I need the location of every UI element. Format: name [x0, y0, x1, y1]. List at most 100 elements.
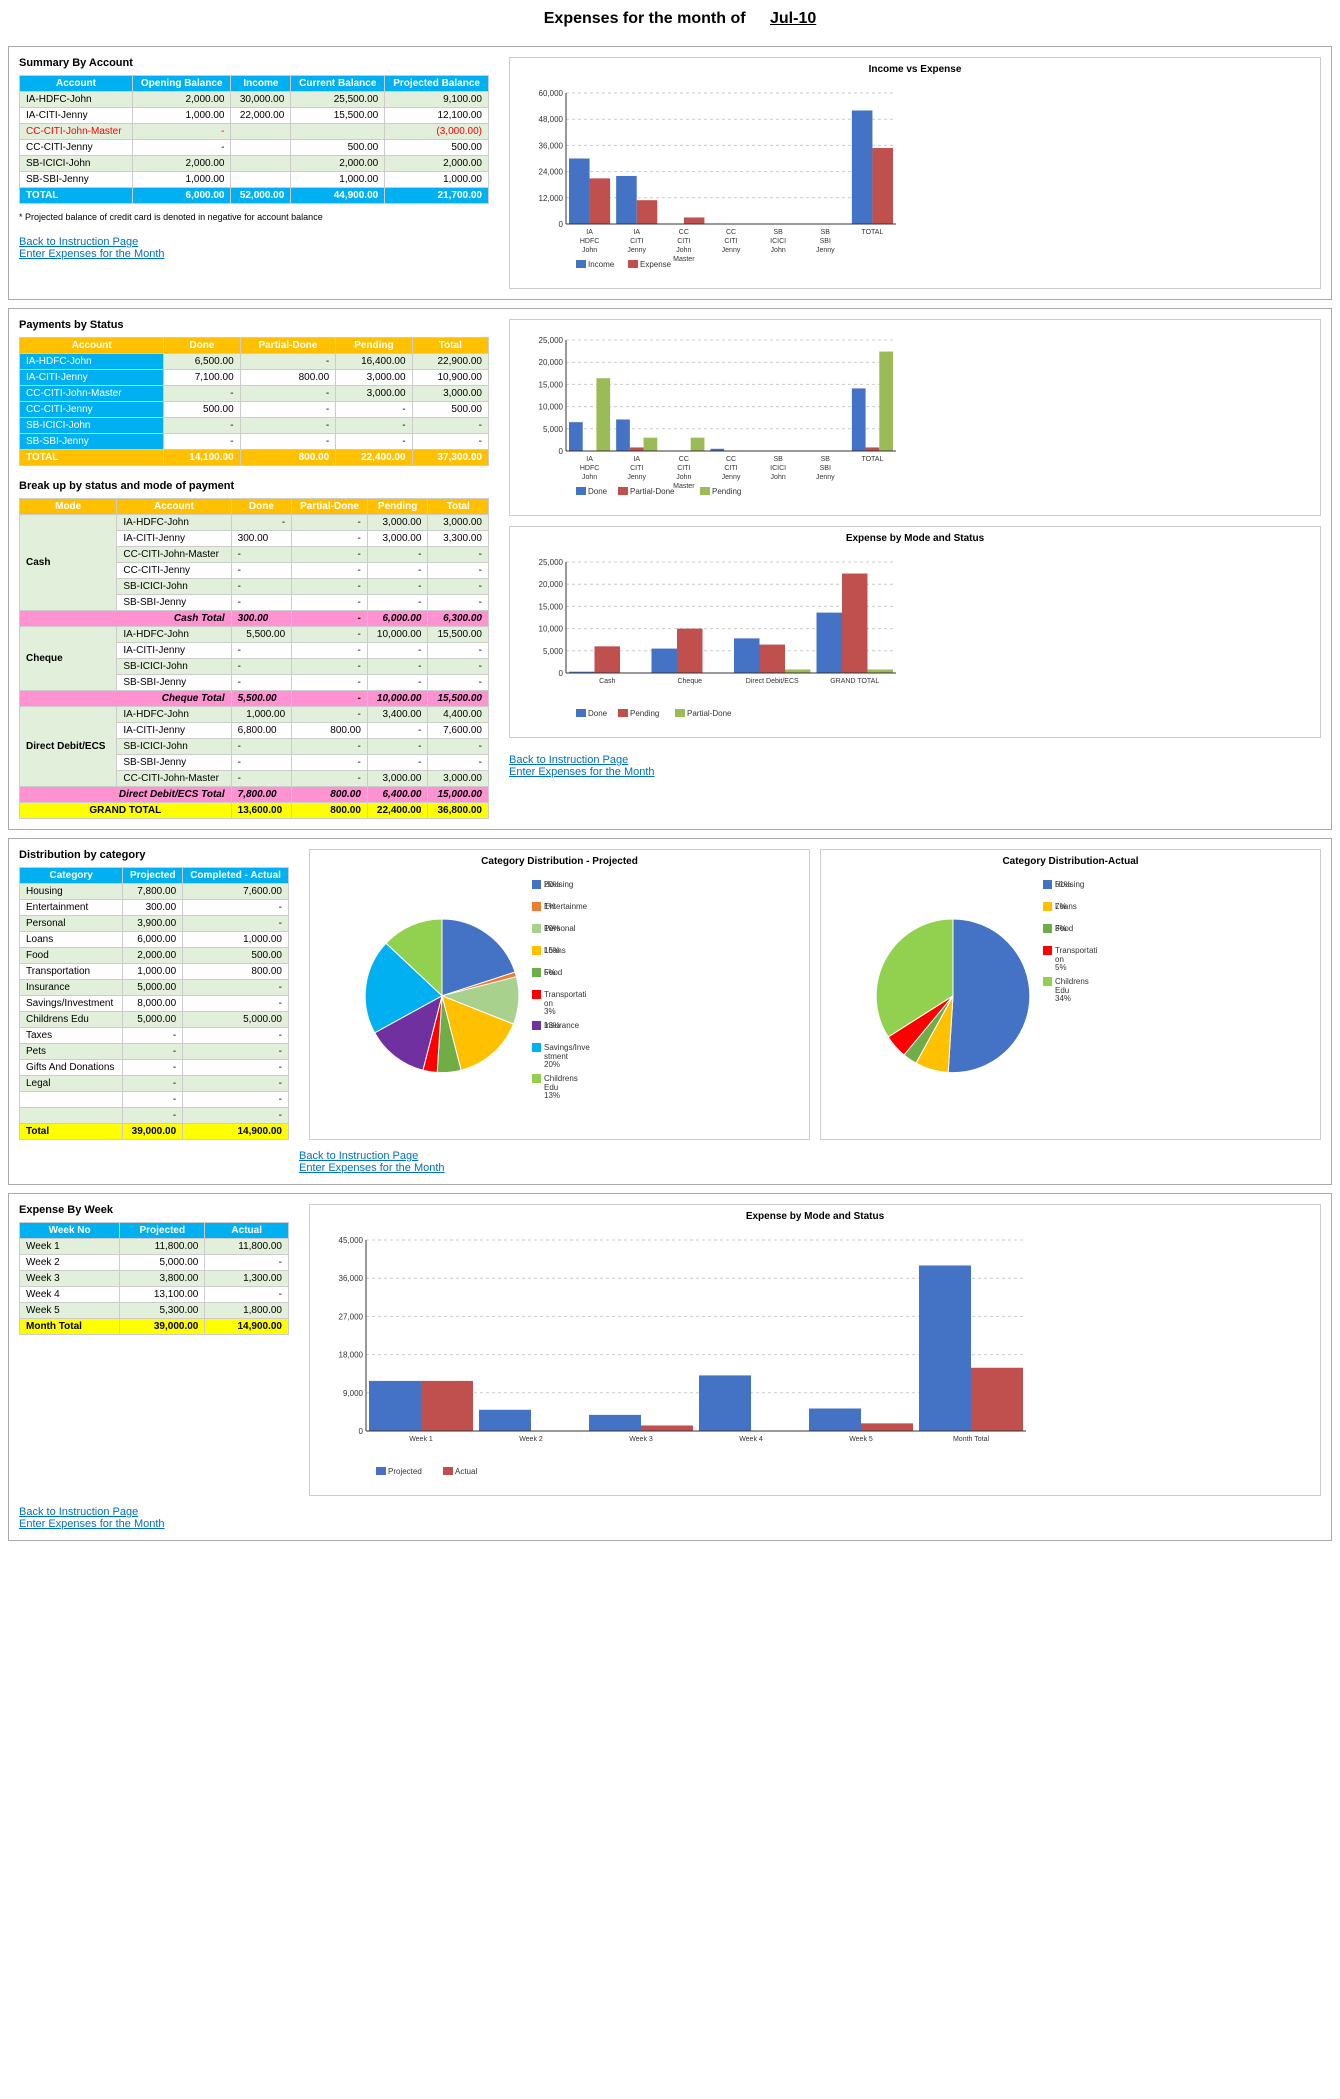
svg-text:Direct Debit/ECS: Direct Debit/ECS [746, 678, 799, 685]
mode-table: Mode Account Done Partial-Done Pending T… [19, 498, 489, 819]
svg-text:Week 2: Week 2 [519, 1436, 543, 1443]
back-link-1[interactable]: Back to Instruction Page [19, 236, 138, 248]
svg-text:IA: IA [586, 229, 593, 236]
svg-text:Pending: Pending [630, 709, 659, 718]
svg-text:45,000: 45,000 [339, 1236, 364, 1245]
category-row: Legal-- [20, 1076, 289, 1092]
svg-text:20%: 20% [544, 1060, 560, 1069]
svg-text:John: John [582, 247, 597, 254]
category-row: Taxes-- [20, 1028, 289, 1044]
svg-text:Done: Done [588, 487, 608, 496]
svg-text:Master: Master [673, 483, 695, 490]
expense-mode-status-chart: 05,00010,00015,00020,00025,000CashCheque… [516, 548, 906, 728]
svg-text:CC: CC [726, 456, 736, 463]
enter-link-2[interactable]: Enter Expenses for the Month [509, 766, 655, 778]
svg-text:Jenny: Jenny [722, 474, 741, 481]
week-row: Week 413,100.00- [20, 1287, 289, 1303]
svg-text:Transportati: Transportati [1055, 946, 1098, 955]
svg-text:CITI: CITI [724, 238, 737, 245]
category-title: Distribution by category [19, 849, 299, 861]
svg-text:20%: 20% [544, 880, 560, 889]
svg-text:20,000: 20,000 [539, 580, 564, 589]
svg-text:TOTAL: TOTAL [861, 456, 883, 463]
svg-text:10,000: 10,000 [539, 403, 564, 412]
svg-text:Jenny: Jenny [627, 474, 646, 481]
svg-text:Cash: Cash [599, 678, 615, 685]
week-row: Week 111,800.0011,800.00 [20, 1239, 289, 1255]
expense-mode-status-chart-box: Expense by Mode and Status 05,00010,0001… [509, 526, 1321, 738]
enter-link-3[interactable]: Enter Expenses for the Month [299, 1162, 445, 1174]
category-row: Insurance5,000.00- [20, 980, 289, 996]
payments-status-chart-box: 05,00010,00015,00020,00025,000IAHDFCJohn… [509, 319, 1321, 516]
svg-text:IA: IA [633, 229, 640, 236]
pie-actual-title: Category Distribution-Actual [827, 856, 1314, 867]
pie-projected-chart: Housing20%Entertainme1%Personal10%Loans1… [316, 871, 616, 1111]
svg-text:15,000: 15,000 [539, 602, 564, 611]
back-link-3[interactable]: Back to Instruction Page [299, 1150, 418, 1162]
svg-text:John: John [582, 474, 597, 481]
category-row: Total39,000.0014,900.00 [20, 1124, 289, 1140]
svg-text:5%: 5% [544, 968, 556, 977]
summary-row: TOTAL6,000.0052,000.0044,900.0021,700.00 [20, 188, 489, 204]
svg-text:Cheque: Cheque [677, 678, 702, 685]
svg-text:Projected: Projected [388, 1467, 422, 1476]
svg-text:24,000: 24,000 [539, 168, 564, 177]
payments-row: SB-ICICI-John---- [20, 418, 489, 434]
page-title: Expenses for the month of Jul-10 [0, 0, 1340, 38]
pie-actual-chart: Housing51%Loans7%Food3%Transportation5%C… [827, 871, 1127, 1111]
week-chart-box: Expense by Mode and Status 09,00018,0002… [309, 1204, 1321, 1496]
svg-text:25,000: 25,000 [539, 558, 564, 567]
svg-text:60,000: 60,000 [539, 89, 564, 98]
svg-text:John: John [676, 474, 691, 481]
svg-text:15%: 15% [544, 946, 560, 955]
svg-text:5,000: 5,000 [543, 647, 564, 656]
svg-text:Transportati: Transportati [544, 990, 587, 999]
svg-text:Week 5: Week 5 [849, 1436, 873, 1443]
svg-text:0: 0 [359, 1427, 364, 1436]
svg-text:Income: Income [588, 260, 615, 269]
svg-text:HDFC: HDFC [580, 238, 599, 245]
svg-text:Partial-Done: Partial-Done [687, 709, 732, 718]
svg-text:CITI: CITI [677, 465, 690, 472]
mode-subtotal-row: Cash Total300.00-6,000.006,300.00 [20, 611, 489, 627]
back-link-4[interactable]: Back to Instruction Page [19, 1506, 138, 1518]
svg-text:13%: 13% [544, 1091, 560, 1100]
pie-projected-box: Category Distribution - Projected Housin… [309, 849, 810, 1140]
mode-data-row: ChequeIA-HDFC-John5,500.00-10,000.0015,5… [20, 627, 489, 643]
svg-text:CITI: CITI [630, 465, 643, 472]
income-expense-chart-title: Income vs Expense [516, 64, 1314, 75]
category-row: Housing7,800.007,600.00 [20, 884, 289, 900]
svg-text:Month Total: Month Total [953, 1436, 990, 1443]
svg-text:SB: SB [821, 456, 831, 463]
back-link-2[interactable]: Back to Instruction Page [509, 754, 628, 766]
svg-text:Master: Master [673, 256, 695, 263]
svg-text:5%: 5% [1055, 963, 1067, 972]
svg-text:Jenny: Jenny [627, 247, 646, 254]
svg-text:John: John [771, 247, 786, 254]
enter-link-1[interactable]: Enter Expenses for the Month [19, 248, 165, 260]
category-table: Category Projected Completed - Actual Ho… [19, 867, 289, 1140]
enter-link-4[interactable]: Enter Expenses for the Month [19, 1518, 165, 1530]
col-projected: Projected Balance [385, 76, 489, 92]
summary-title: Summary By Account [19, 57, 499, 69]
summary-table: Account Opening Balance Income Current B… [19, 75, 489, 204]
svg-text:ICICI: ICICI [770, 465, 786, 472]
category-row: -- [20, 1108, 289, 1124]
svg-text:John: John [676, 247, 691, 254]
svg-text:Jenny: Jenny [816, 474, 835, 481]
week-chart: 09,00018,00027,00036,00045,000Week 1Week… [316, 1226, 1036, 1486]
col-income: Income [231, 76, 291, 92]
week-row: Week 25,000.00- [20, 1255, 289, 1271]
svg-text:15,000: 15,000 [539, 380, 564, 389]
svg-text:IA: IA [633, 456, 640, 463]
category-row: Pets-- [20, 1044, 289, 1060]
svg-text:0: 0 [559, 669, 564, 678]
svg-text:Pending: Pending [712, 487, 741, 496]
week-row: Month Total39,000.0014,900.00 [20, 1319, 289, 1335]
pcol-pending: Pending [336, 338, 412, 354]
pie-actual-box: Category Distribution-Actual Housing51%L… [820, 849, 1321, 1140]
svg-text:SB: SB [773, 456, 783, 463]
svg-text:51%: 51% [1055, 880, 1071, 889]
svg-text:20,000: 20,000 [539, 358, 564, 367]
payments-row: CC-CITI-Jenny500.00--500.00 [20, 402, 489, 418]
